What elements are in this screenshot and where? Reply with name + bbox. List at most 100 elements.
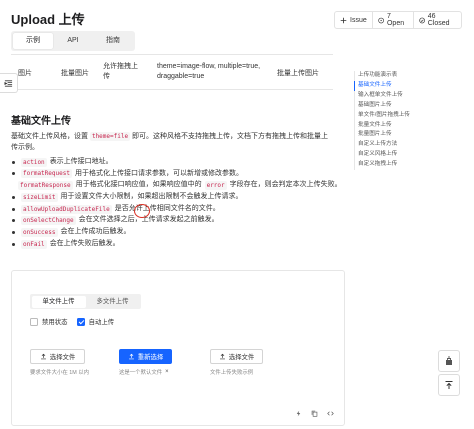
api-table-row: 图片 批量图片 允许拖拽上传 theme=image-flow, multipl…: [11, 54, 333, 90]
list-item: allowUploadDuplicateFile 是否允许上传相同文件名的文件。: [11, 204, 333, 215]
toc-item-active[interactable]: 基础文件上传: [354, 80, 464, 91]
disabled-checkbox[interactable]: 禁用状态: [30, 317, 68, 326]
button-label: 选择文件: [228, 354, 255, 361]
doc-tabs: 示例 API 指南: [11, 31, 135, 51]
table-cell: 允许拖拽上传: [103, 63, 138, 80]
demo-content: 单文件上传 多文件上传 禁用状态 自动上传 选择文件 要求文件大小在 1M 以内…: [12, 271, 344, 401]
list-item: formatRequest 用于格式化上传接口请求参数，可以新增或修改参数。: [11, 169, 333, 180]
sidebar-toggle-button[interactable]: [0, 73, 18, 93]
hint-text: 这是一个默认文件: [119, 370, 163, 376]
table-cell: 批量上传图片: [277, 70, 319, 77]
issue-button[interactable]: Issue: [335, 12, 372, 28]
tab-single-file[interactable]: 单文件上传: [31, 295, 86, 308]
feature-code: sizeLimit: [21, 192, 58, 202]
tab-api[interactable]: API: [53, 33, 93, 49]
open-circle-icon: [378, 17, 384, 23]
upload-hint: 要求文件大小在 1M 以内: [30, 368, 89, 376]
feature-text: 会在上传成功后触发。: [60, 228, 131, 236]
theme-toggle-button[interactable]: [438, 350, 460, 372]
table-of-contents: 上传功能演示表 基础文件上传 输入框单文件上传 基础图片上传 单文件/图片拖拽上…: [354, 71, 464, 171]
table-cell: 图片: [18, 70, 32, 77]
hint-text: 文件上传失败示例: [210, 370, 254, 376]
button-label: 重新选择: [137, 354, 164, 361]
desc-code: theme=file: [89, 132, 131, 141]
button-label: 选择文件: [49, 354, 76, 361]
feature-text: 用于格式化上传接口请求参数，可以新增或修改参数。: [74, 169, 243, 177]
select-file-button[interactable]: 选择文件: [30, 349, 85, 364]
code-icon[interactable]: [327, 410, 334, 417]
close-icon[interactable]: ×: [165, 369, 169, 375]
upload-icon: [40, 353, 46, 360]
toc-item[interactable]: 自定义拖拽上传: [355, 160, 464, 170]
reselect-button[interactable]: 重新选择: [119, 349, 172, 364]
upload-hint: 文件上传失败示例: [210, 368, 253, 376]
feature-text: 会在上传失败后触发。: [49, 239, 120, 247]
tab-examples[interactable]: 示例: [13, 33, 53, 49]
upload-hint: 这是一个默认文件 ×: [119, 368, 169, 376]
tab-guide[interactable]: 指南: [93, 33, 133, 49]
upload-icon: [219, 353, 225, 360]
feature-code: onFail: [21, 239, 47, 249]
list-item: onSelectChange 会在文件选择之后，上传请求发起之前触发。: [11, 215, 333, 226]
feature-code: action: [21, 157, 47, 167]
toc-item[interactable]: 上传功能演示表: [355, 71, 464, 81]
list-item: onSuccess 会在上传成功后触发。: [11, 227, 333, 238]
feature-text: 用于格式化接口响应值，如果响应值中的: [75, 181, 202, 189]
feature-code: error: [204, 181, 227, 191]
issue-label: Issue: [350, 16, 367, 24]
toc-item[interactable]: 基础图片上传: [355, 101, 464, 111]
lightning-icon[interactable]: [295, 410, 302, 417]
options-row: 禁用状态 自动上传: [30, 317, 114, 326]
annotation-circle: [134, 204, 150, 218]
table-cell: 批量图片: [61, 70, 89, 77]
desc-prefix: 基础文件上传风格，设置: [11, 133, 88, 140]
issue-bar: Issue 7 Open 46 Closed: [334, 11, 462, 29]
back-to-top-icon: [445, 381, 453, 389]
back-to-top-button[interactable]: [438, 374, 460, 396]
menu-indent-icon: [4, 79, 13, 87]
open-issues-label: 7 Open: [386, 13, 405, 27]
table-cell: theme=image-flow, multiple=true, draggab…: [157, 63, 261, 80]
feature-text: 字段存在，则会判定本次上传失败。: [229, 181, 342, 189]
list-item: onFail 会在上传失败后触发。: [11, 239, 333, 250]
hint-text: 要求文件大小在 1M 以内: [30, 370, 89, 376]
toc-item[interactable]: 批量图片上传: [355, 130, 464, 140]
closed-issues-label: 46 Closed: [427, 13, 450, 27]
checkbox-label: 禁用状态: [42, 319, 68, 326]
closed-issues-button[interactable]: 46 Closed: [412, 12, 462, 28]
toc-item[interactable]: 批量文件上传: [355, 121, 464, 131]
feature-list: action 表示上传接口地址。 formatRequest 用于格式化上传接口请求…: [11, 157, 342, 251]
demo-panel: 单文件上传 多文件上传 禁用状态 自动上传 选择文件 要求文件大小在 1M 以内…: [11, 270, 345, 426]
check-circle-icon: [418, 17, 425, 23]
toc-item[interactable]: 自定义上传方法: [355, 140, 464, 150]
upload-mode-tabs: 单文件上传 多文件上传: [30, 294, 141, 309]
checkbox-box-checked[interactable]: [76, 317, 85, 326]
upload-icon: [128, 353, 134, 360]
open-issues-button[interactable]: 7 Open: [371, 12, 413, 28]
tab-multi-file[interactable]: 多文件上传: [86, 296, 140, 308]
select-file-button-fail[interactable]: 选择文件: [210, 349, 263, 364]
page-title: Upload 上传: [11, 12, 85, 27]
plus-icon: [340, 17, 347, 23]
toc-item[interactable]: 自定义风格上传: [355, 150, 464, 160]
section-title: 基础文件上传: [11, 116, 71, 127]
auto-upload-checkbox[interactable]: 自动上传: [76, 317, 115, 326]
list-item: sizeLimit 用于设置文件大小限制，如果超出限制不会触发上传请求。: [11, 192, 333, 203]
paint-bucket-icon: [446, 356, 452, 365]
feature-text: 是否允许上传相同文件名的文件。: [114, 204, 220, 212]
feature-code: allowUploadDuplicateFile: [21, 204, 112, 214]
checkbox-box[interactable]: [30, 317, 38, 326]
feature-code: formatRequest: [21, 169, 72, 179]
feature-code: onSelectChange: [21, 216, 76, 226]
feature-text: 用于设置文件大小限制，如果超出限制不会触发上传请求。: [60, 193, 243, 201]
toc-item[interactable]: 单文件/图片拖拽上传: [355, 111, 464, 121]
list-item: action 表示上传接口地址。: [11, 157, 333, 168]
checkbox-label: 自动上传: [88, 319, 115, 326]
feature-code: formatResponse: [18, 181, 73, 191]
feature-code: onSuccess: [21, 227, 58, 237]
toc-item[interactable]: 输入框单文件上传: [355, 91, 464, 101]
feature-text: 表示上传接口地址。: [49, 158, 113, 165]
feature-text: 会在文件选择之后，上传请求发起之前触发。: [78, 216, 219, 224]
copy-icon[interactable]: [311, 410, 318, 417]
section-description: 基础文件上传风格，设置 theme=file 即可。这种风格不支持拖拽上传，文档…: [11, 131, 331, 153]
